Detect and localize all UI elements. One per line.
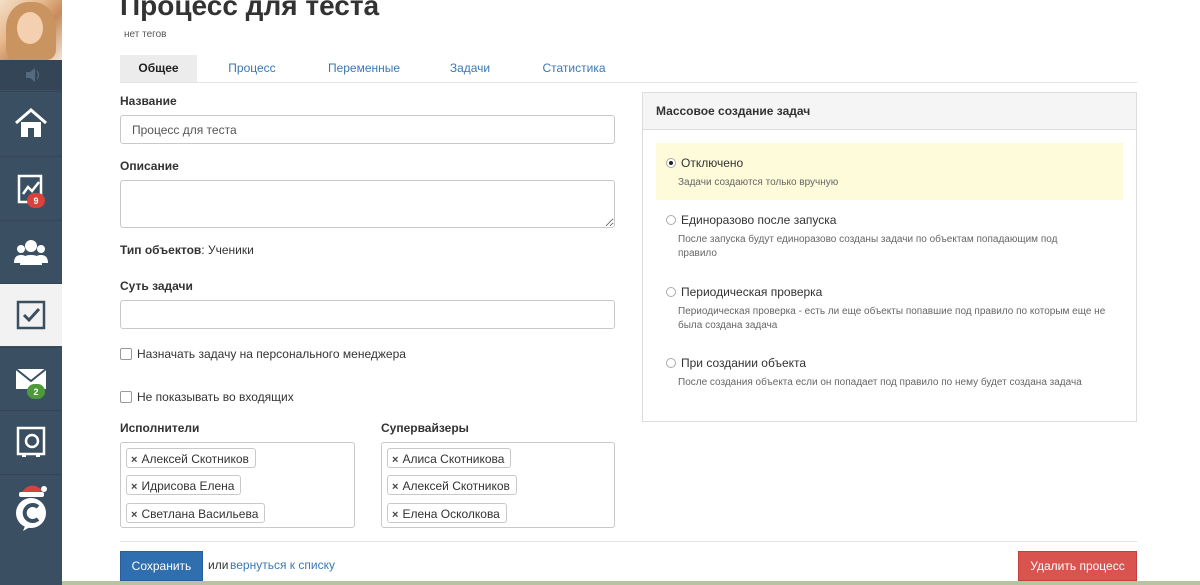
option-row[interactable]: Единоразово после запуска (666, 213, 836, 227)
description-textarea[interactable] (120, 180, 615, 228)
tab-general[interactable]: Общее (120, 55, 197, 82)
nav-safe[interactable] (0, 410, 62, 473)
panel-header: Массовое создание задач (643, 93, 1136, 130)
checkbox-box[interactable] (120, 348, 132, 360)
safe-icon (16, 426, 46, 457)
supervisor-chip: × Елена Осколкова (387, 503, 507, 523)
executors-select[interactable]: × Алексей Скотников × Идрисова Елена × Свет… (120, 442, 355, 528)
page-title: Процесс для теста (120, 0, 380, 21)
chip-label: Светлана Васильева (141, 507, 259, 521)
home-icon (15, 108, 47, 137)
logo-icon (16, 485, 47, 531)
user-avatar[interactable] (0, 0, 62, 60)
option-once-after-start[interactable]: Единоразово после запуска После запуска … (656, 200, 1123, 270)
panel-title: Массовое создание задач (656, 104, 811, 118)
tags-text: нет тегов (124, 29, 167, 40)
assign-manager-label: Назначать задачу на персонального менедж… (137, 347, 406, 361)
nav-brand[interactable] (0, 474, 62, 537)
chip-label: Алексей Скотников (402, 479, 510, 493)
bulk-task-panel: Массовое создание задач Отключено Задачи… (642, 92, 1137, 422)
nav-tasks[interactable] (0, 283, 62, 346)
option-row[interactable]: При создании объекта (666, 356, 806, 370)
chip-label: Алиса Скотникова (402, 452, 505, 466)
tab-process[interactable]: Процесс (211, 55, 293, 82)
name-label: Название (120, 94, 177, 108)
mail-badge: 2 (27, 384, 45, 399)
remove-icon[interactable]: × (131, 454, 137, 466)
option-description: После создания объекта если он попадает … (678, 377, 1082, 388)
option-label: Единоразово после запуска (681, 213, 837, 227)
nav-users[interactable] (0, 220, 62, 283)
remove-icon[interactable]: × (392, 509, 398, 521)
save-button[interactable]: Сохранить (120, 551, 203, 581)
radio-button[interactable] (666, 358, 676, 368)
sidebar: 9 2 (0, 0, 62, 585)
or-text: или (208, 558, 229, 572)
tab-variables[interactable]: Переменные (316, 55, 412, 82)
supervisors-label: Супервайзеры (381, 421, 469, 435)
supervisor-chip: × Алексей Скотников (387, 475, 517, 495)
option-on-object-create[interactable]: При создании объекта После создания объе… (656, 343, 1123, 403)
radio-button[interactable] (666, 287, 676, 297)
task-essence-label: Суть задачи (120, 279, 193, 293)
supervisors-select[interactable]: × Алиса Скотникова × Алексей Скотников × Ел… (381, 442, 615, 528)
nav-home[interactable] (0, 91, 62, 154)
remove-icon[interactable]: × (392, 454, 398, 466)
object-type: Тип объектов: Ученики (120, 243, 254, 257)
speaker-icon (26, 68, 40, 82)
option-disabled[interactable]: Отключено Задачи создаются только вручну… (656, 143, 1123, 200)
sound-toggle[interactable] (0, 60, 62, 90)
avatar-face (17, 12, 43, 44)
back-to-list-link[interactable]: вернуться к списку (230, 558, 335, 572)
object-type-label: Тип объектов (120, 243, 202, 257)
description-label: Описание (120, 159, 179, 173)
option-label: При создании объекта (681, 356, 807, 370)
option-row[interactable]: Отключено (666, 156, 743, 170)
executor-chip: × Светлана Васильева (126, 503, 266, 523)
option-label: Отключено (681, 156, 744, 170)
users-icon (14, 240, 48, 265)
nav-mail[interactable]: 2 (0, 347, 62, 410)
option-row[interactable]: Периодическая проверка (666, 285, 822, 299)
tasks-icon (16, 300, 46, 330)
nav-stats[interactable]: 9 (0, 156, 62, 219)
stats-badge: 9 (27, 193, 45, 208)
remove-icon[interactable]: × (392, 481, 398, 493)
remove-icon[interactable]: × (131, 481, 137, 493)
option-description: После запуска будут единоразово созданы … (678, 234, 1058, 259)
name-input[interactable] (120, 115, 615, 144)
checkbox-box[interactable] (120, 391, 132, 403)
task-essence-input[interactable] (120, 300, 615, 329)
assign-manager-checkbox[interactable]: Назначать задачу на персонального менедж… (120, 347, 406, 361)
radio-button[interactable] (666, 215, 676, 225)
chip-label: Идрисова Елена (141, 479, 235, 493)
radio-button[interactable] (666, 158, 676, 168)
hide-inbox-label: Не показывать во входящих (137, 390, 294, 404)
hide-inbox-checkbox[interactable]: Не показывать во входящих (120, 390, 294, 404)
option-description: Периодическая проверка - есть ли еще объ… (678, 306, 1106, 331)
bottom-strip (62, 581, 1200, 585)
delete-process-button[interactable]: Удалить процесс (1018, 551, 1137, 581)
tab-statistics[interactable]: Статистика (525, 55, 623, 82)
tab-tasks[interactable]: Задачи (436, 55, 504, 82)
option-label: Периодическая проверка (681, 285, 823, 299)
supervisor-chip: × Алиса Скотникова (387, 448, 512, 468)
executor-chip: × Алексей Скотников (126, 448, 256, 468)
footer-divider (120, 541, 1137, 542)
tabs: Общее Процесс Переменные Задачи Статисти… (120, 55, 1137, 83)
chip-label: Алексей Скотников (141, 452, 249, 466)
option-periodic-check[interactable]: Периодическая проверка Периодическая про… (656, 272, 1123, 342)
remove-icon[interactable]: × (131, 509, 137, 521)
executor-chip: × Идрисова Елена (126, 475, 242, 495)
option-description: Задачи создаются только вручную (678, 177, 839, 188)
executors-label: Исполнители (120, 421, 200, 435)
chip-label: Елена Осколкова (402, 507, 500, 521)
object-type-value: : Ученики (201, 243, 254, 257)
